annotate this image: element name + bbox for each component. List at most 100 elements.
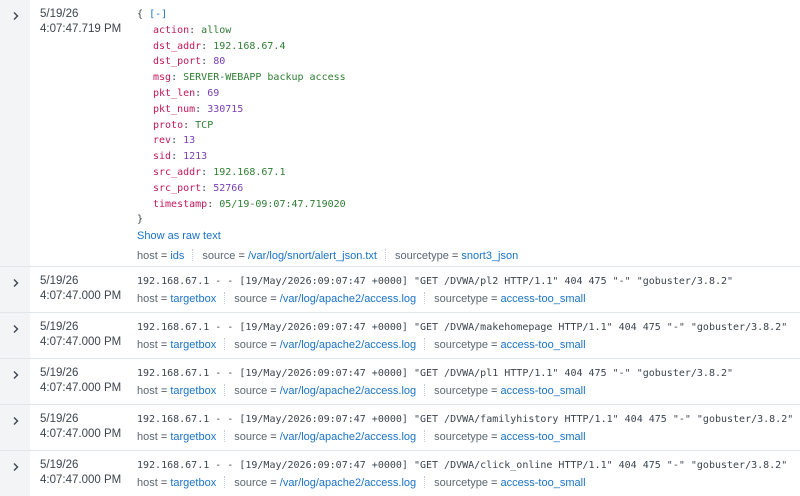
json-close-line: } bbox=[137, 212, 800, 228]
field-sourcetype-value[interactable]: access-too_small bbox=[501, 293, 586, 305]
field-sourcetype: sourcetype = snort3_json bbox=[395, 250, 519, 263]
field-host-value[interactable]: targetbox bbox=[170, 385, 216, 397]
field-sourcetype: sourcetype = access-too_small bbox=[434, 431, 586, 443]
event-body: 192.168.67.1 - - [19/May/2026:09:07:47 +… bbox=[137, 313, 800, 358]
field-host: host = targetbox bbox=[137, 385, 217, 397]
field-source: source = /var/log/apache2/access.log bbox=[234, 431, 417, 443]
field-sourcetype-value[interactable]: access-too_small bbox=[501, 477, 586, 489]
json-field-line: rev: 13 bbox=[153, 135, 196, 147]
event-body: 192.168.67.1 - - [19/May/2026:09:07:47 +… bbox=[137, 359, 800, 404]
json-value[interactable]: SERVER-WEBAPP backup access bbox=[183, 72, 346, 83]
json-field-line: proto: TCP bbox=[153, 119, 214, 131]
field-host-value[interactable]: targetbox bbox=[170, 431, 216, 443]
json-key[interactable]: timestamp bbox=[153, 199, 207, 210]
field-separator bbox=[424, 476, 426, 488]
json-value[interactable]: 52766 bbox=[213, 183, 243, 194]
json-value[interactable]: allow bbox=[201, 25, 231, 36]
event-body: 192.168.67.1 - - [19/May/2026:09:07:47 +… bbox=[137, 405, 800, 450]
json-value[interactable]: 69 bbox=[207, 88, 219, 99]
field-host-value[interactable]: targetbox bbox=[170, 477, 216, 489]
json-key[interactable]: src_addr bbox=[153, 167, 201, 178]
field-host: host = targetbox bbox=[137, 293, 217, 305]
event-gutter bbox=[0, 405, 30, 450]
field-sourcetype-value[interactable]: access-too_small bbox=[501, 385, 586, 397]
json-value[interactable]: 192.168.67.4 bbox=[213, 41, 285, 52]
chevron-right-icon[interactable] bbox=[11, 416, 21, 426]
json-value[interactable]: TCP bbox=[195, 120, 213, 131]
event-fields: host = targetbox source = /var/log/apache… bbox=[137, 384, 800, 399]
event-fields: host = ids source = /var/log/snort/alert_… bbox=[137, 249, 800, 264]
event-clock: 4:07:47.000 PM bbox=[40, 336, 122, 348]
field-source: source = /var/log/apache2/access.log bbox=[234, 293, 417, 305]
event-date: 5/19/26 bbox=[40, 8, 79, 20]
field-separator bbox=[424, 338, 426, 350]
field-separator bbox=[224, 430, 226, 442]
field-sourcetype: sourcetype = access-too_small bbox=[434, 339, 586, 351]
json-field-line: dst_addr: 192.168.67.4 bbox=[153, 40, 286, 52]
field-source: source = /var/log/snort/alert_json.txt bbox=[202, 250, 377, 263]
event-time: 5/19/26 4:07:47.000 PM bbox=[30, 313, 137, 358]
json-value[interactable]: 330715 bbox=[207, 104, 243, 115]
field-host-value[interactable]: targetbox bbox=[170, 293, 216, 305]
event-time: 5/19/26 4:07:47.719 PM bbox=[30, 0, 137, 266]
event-date: 5/19/26 bbox=[40, 367, 79, 379]
show-raw-text-link[interactable]: Show as raw text bbox=[137, 229, 221, 244]
json-key[interactable]: proto bbox=[153, 120, 183, 131]
field-separator bbox=[224, 292, 226, 304]
chevron-right-icon[interactable] bbox=[11, 462, 21, 472]
field-source-value[interactable]: /var/log/apache2/access.log bbox=[280, 431, 416, 443]
raw-event-text: 192.168.67.1 - - [19/May/2026:09:07:47 +… bbox=[137, 414, 794, 425]
json-key[interactable]: dst_port bbox=[153, 56, 201, 67]
field-source-value[interactable]: /var/log/apache2/access.log bbox=[280, 385, 416, 397]
field-separator bbox=[424, 384, 426, 396]
json-key[interactable]: rev bbox=[153, 135, 171, 146]
field-source-value[interactable]: /var/log/snort/alert_json.txt bbox=[248, 250, 377, 262]
json-key[interactable]: action bbox=[153, 25, 189, 36]
json-key[interactable]: pkt_num bbox=[153, 104, 195, 115]
event-fields: host = targetbox source = /var/log/apache… bbox=[137, 338, 800, 353]
event-clock: 4:07:47.000 PM bbox=[40, 428, 122, 440]
json-value[interactable]: 80 bbox=[213, 56, 225, 67]
event-time: 5/19/26 4:07:47.000 PM bbox=[30, 359, 137, 404]
field-sourcetype-value[interactable]: access-too_small bbox=[501, 431, 586, 443]
event-date: 5/19/26 bbox=[40, 459, 79, 471]
chevron-right-icon[interactable] bbox=[11, 278, 21, 288]
event-date: 5/19/26 bbox=[40, 321, 79, 333]
json-value[interactable]: 192.168.67.1 bbox=[213, 167, 285, 178]
field-sourcetype-value[interactable]: snort3_json bbox=[461, 250, 518, 262]
json-key[interactable]: src_port bbox=[153, 183, 201, 194]
field-separator bbox=[224, 476, 226, 488]
json-key[interactable]: msg bbox=[153, 72, 171, 83]
event-row: 5/19/26 4:07:47.719 PM { [-] action: all… bbox=[0, 0, 800, 267]
json-key[interactable]: pkt_len bbox=[153, 88, 195, 99]
raw-event-text: 192.168.67.1 - - [19/May/2026:09:07:47 +… bbox=[137, 460, 788, 471]
field-host: host = targetbox bbox=[137, 339, 217, 351]
event-row: 5/19/26 4:07:47.000 PM 192.168.67.1 - - … bbox=[0, 405, 800, 451]
chevron-right-icon[interactable] bbox=[11, 11, 21, 21]
json-value[interactable]: 13 bbox=[183, 135, 195, 146]
field-separator bbox=[424, 292, 426, 304]
field-host-value[interactable]: targetbox bbox=[170, 339, 216, 351]
json-collapse-toggle[interactable]: [-] bbox=[149, 9, 167, 20]
field-host-value[interactable]: ids bbox=[170, 250, 184, 262]
event-gutter bbox=[0, 313, 30, 358]
field-sourcetype: sourcetype = access-too_small bbox=[434, 293, 586, 305]
field-source-value[interactable]: /var/log/apache2/access.log bbox=[280, 477, 416, 489]
json-key[interactable]: sid bbox=[153, 151, 171, 162]
chevron-right-icon[interactable] bbox=[11, 324, 21, 334]
event-fields: host = targetbox source = /var/log/apache… bbox=[137, 430, 800, 445]
json-value[interactable]: 1213 bbox=[183, 151, 207, 162]
json-value[interactable]: 05/19-09:07:47.719020 bbox=[219, 199, 345, 210]
field-sourcetype: sourcetype = access-too_small bbox=[434, 385, 586, 397]
event-time: 5/19/26 4:07:47.000 PM bbox=[30, 405, 137, 450]
event-clock: 4:07:47.000 PM bbox=[40, 290, 122, 302]
event-clock: 4:07:47.000 PM bbox=[40, 474, 122, 486]
field-sourcetype-value[interactable]: access-too_small bbox=[501, 339, 586, 351]
field-source-value[interactable]: /var/log/apache2/access.log bbox=[280, 339, 416, 351]
json-key[interactable]: dst_addr bbox=[153, 41, 201, 52]
event-time: 5/19/26 4:07:47.000 PM bbox=[30, 451, 137, 496]
field-source: source = /var/log/apache2/access.log bbox=[234, 339, 417, 351]
chevron-right-icon[interactable] bbox=[11, 370, 21, 380]
field-source-value[interactable]: /var/log/apache2/access.log bbox=[280, 293, 416, 305]
event-gutter bbox=[0, 267, 30, 312]
